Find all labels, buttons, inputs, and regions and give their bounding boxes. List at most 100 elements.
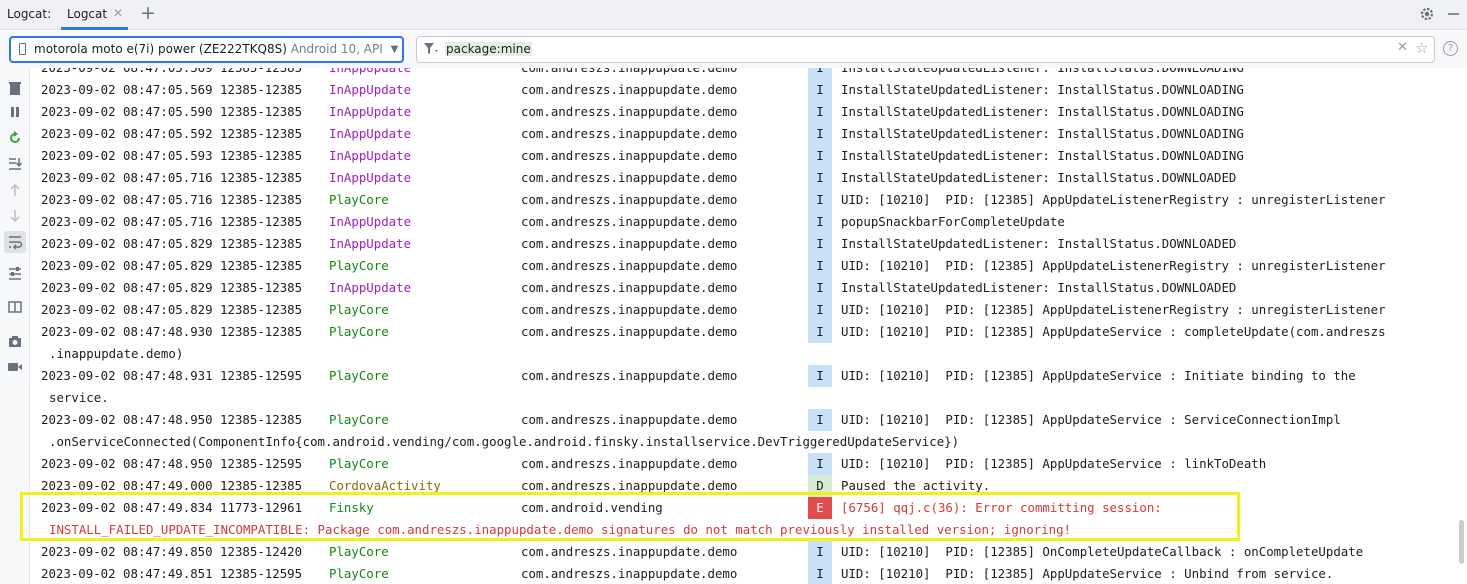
log-tag: InAppUpdate xyxy=(329,148,412,163)
pause-button[interactable] xyxy=(4,101,26,123)
scrollbar-thumb[interactable] xyxy=(1459,520,1464,564)
log-level-badge: I xyxy=(808,189,832,211)
log-row-partial: 2023-09-02 08:47:05.569 12385-12385 InAp… xyxy=(31,68,1456,79)
log-package: com.andreszs.inappupdate.demo xyxy=(521,566,738,581)
log-tag: PlayCore xyxy=(329,368,389,383)
filter-query-text: package:mine xyxy=(445,42,532,56)
log-row-continuation: .onServiceConnected(ComponentInfo{com.an… xyxy=(31,431,1456,453)
log-package: com.andreszs.inappupdate.demo xyxy=(521,412,738,427)
split-icon xyxy=(8,301,22,313)
tool-window-title: Logcat: xyxy=(7,7,52,21)
trash-icon xyxy=(9,82,21,95)
screenshot-button[interactable] xyxy=(4,330,26,352)
log-tag: InAppUpdate xyxy=(329,236,412,251)
device-selector[interactable]: motorola moto e(7i) power (ZE222TKQ8S) A… xyxy=(9,36,404,63)
screen-record-button[interactable] xyxy=(4,356,26,378)
log-timestamp: 2023-09-02 08:47:05.592 12385-12385 xyxy=(41,126,303,141)
filter-icon[interactable] xyxy=(423,42,439,56)
tab-close-icon[interactable]: ✕ xyxy=(113,6,123,20)
log-timestamp: 2023-09-02 08:47:49.851 12385-12595 xyxy=(41,566,303,581)
log-timestamp: 2023-09-02 08:47:48.950 12385-12595 xyxy=(41,456,303,471)
log-row: 2023-09-02 08:47:48.931 12385-12595 PlayC… xyxy=(31,365,1456,387)
log-message: UID: [10210] PID: [12385] AppUpdateServi… xyxy=(841,456,1267,471)
log-message: InstallStateUpdatedListener: InstallStat… xyxy=(841,280,1237,295)
log-message: InstallStateUpdatedListener: InstallStat… xyxy=(841,126,1244,141)
log-tag: PlayCore xyxy=(329,192,389,207)
log-row: 2023-09-02 08:47:48.950 12385-12385 PlayC… xyxy=(31,409,1456,431)
log-level-badge: I xyxy=(808,123,832,145)
next-occurrence-button[interactable] xyxy=(4,205,26,227)
split-panels-button[interactable] xyxy=(4,296,26,318)
minimize-icon[interactable] xyxy=(1446,4,1460,24)
pause-icon xyxy=(11,107,19,117)
device-label: motorola moto e(7i) power (ZE222TKQ8S) A… xyxy=(34,42,402,56)
log-message: InstallStateUpdatedListener: InstallStat… xyxy=(841,68,1244,76)
log-tag: InAppUpdate xyxy=(329,68,411,76)
log-row: 2023-09-02 08:47:05.829 12385-12385 InApp… xyxy=(31,277,1456,299)
log-package: com.andreszs.inappupdate.demo xyxy=(521,302,738,317)
log-package: com.andreszs.inappupdate.demo xyxy=(521,192,738,207)
tab-active-indicator xyxy=(61,27,128,30)
log-tag: PlayCore xyxy=(329,412,389,427)
log-timestamp: 2023-09-02 08:47:48.931 12385-12595 xyxy=(41,368,303,383)
log-message: UID: [10210] PID: [12385] AppUpdateListe… xyxy=(841,302,1386,317)
log-level-badge: I xyxy=(808,167,832,189)
log-row: 2023-09-02 08:47:05.716 12385-12385 InApp… xyxy=(31,167,1456,189)
chevron-down-icon[interactable]: ▼ xyxy=(387,41,402,58)
log-package: com.andreszs.inappupdate.demo xyxy=(521,82,738,97)
clear-filter-icon[interactable]: ✕ xyxy=(1397,40,1408,55)
configure-formatting-button[interactable] xyxy=(4,263,26,285)
log-package: com.andreszs.inappupdate.demo xyxy=(521,68,737,76)
log-tag: InAppUpdate xyxy=(329,280,412,295)
tab-logcat[interactable]: Logcat ✕ xyxy=(57,0,130,30)
log-row: 2023-09-02 08:47:49.850 12385-12420 PlayC… xyxy=(31,541,1456,563)
phone-icon xyxy=(19,43,26,55)
logcat-filter-input[interactable]: package:mine ✕ ☆ xyxy=(416,36,1435,63)
log-timestamp: 2023-09-02 08:47:05.829 12385-12385 xyxy=(41,280,303,295)
log-message: popupSnackbarForCompleteUpdate xyxy=(841,214,1065,229)
log-tag: PlayCore xyxy=(329,456,389,471)
log-package: com.andreszs.inappupdate.demo xyxy=(521,544,738,559)
filter-bar: motorola moto e(7i) power (ZE222TKQ8S) A… xyxy=(0,31,1467,68)
restart-button[interactable] xyxy=(4,127,26,149)
log-message: InstallStateUpdatedListener: InstallStat… xyxy=(841,82,1244,97)
log-tag: InAppUpdate xyxy=(329,126,412,141)
settings-icon[interactable] xyxy=(1418,4,1436,24)
log-timestamp: 2023-09-02 08:47:05.829 12385-12385 xyxy=(41,236,303,251)
log-tag: PlayCore xyxy=(329,302,389,317)
tool-window-header: Logcat: Logcat ✕ + xyxy=(0,0,1467,30)
log-tag: InAppUpdate xyxy=(329,170,412,185)
favorite-filter-icon[interactable]: ☆ xyxy=(1415,39,1428,57)
log-level-badge: I xyxy=(808,277,832,299)
log-message-continuation: .onServiceConnected(ComponentInfo{com.an… xyxy=(49,434,960,449)
soft-wrap-icon xyxy=(9,236,23,250)
log-level-badge: I xyxy=(808,563,832,584)
log-package: com.andreszs.inappupdate.demo xyxy=(521,280,738,295)
log-package: com.andreszs.inappupdate.demo xyxy=(521,324,738,339)
soft-wrap-button[interactable] xyxy=(4,231,26,253)
log-level-badge: I xyxy=(808,79,832,101)
log-package: com.andreszs.inappupdate.demo xyxy=(521,368,738,383)
log-message: UID: [10210] PID: [12385] AppUpdateListe… xyxy=(841,192,1386,207)
add-tab-icon[interactable]: + xyxy=(140,2,156,24)
clear-logcat-button[interactable] xyxy=(4,77,26,99)
log-message-continuation: .inappupdate.demo) xyxy=(49,346,184,361)
scroll-to-end-button[interactable] xyxy=(4,153,26,175)
log-message: UID: [10210] PID: [12385] AppUpdateServi… xyxy=(841,566,1334,581)
log-package: com.andreszs.inappupdate.demo xyxy=(521,236,738,251)
vertical-scrollbar[interactable] xyxy=(1456,68,1467,584)
previous-occurrence-button[interactable] xyxy=(4,179,26,201)
log-timestamp: 2023-09-02 08:47:05.569 12385-12385 xyxy=(41,68,302,76)
log-timestamp: 2023-09-02 08:47:05.569 12385-12385 xyxy=(41,82,303,97)
device-api: Android 10, API 29 xyxy=(290,42,402,56)
log-timestamp: 2023-09-02 08:47:48.930 12385-12385 xyxy=(41,324,303,339)
log-package: com.andreszs.inappupdate.demo xyxy=(521,148,738,163)
log-row: 2023-09-02 08:47:05.829 12385-12385 PlayC… xyxy=(31,299,1456,321)
log-tag: PlayCore xyxy=(329,324,389,339)
log-message: InstallStateUpdatedListener: InstallStat… xyxy=(841,104,1244,119)
log-message: UID: [10210] PID: [12385] AppUpdateListe… xyxy=(841,258,1386,273)
log-row: 2023-09-02 08:47:05.590 12385-12385 InApp… xyxy=(31,101,1456,123)
log-timestamp: 2023-09-02 08:47:48.950 12385-12385 xyxy=(41,412,303,427)
log-level-badge: I xyxy=(808,68,832,79)
help-icon[interactable]: ? xyxy=(1443,41,1458,56)
